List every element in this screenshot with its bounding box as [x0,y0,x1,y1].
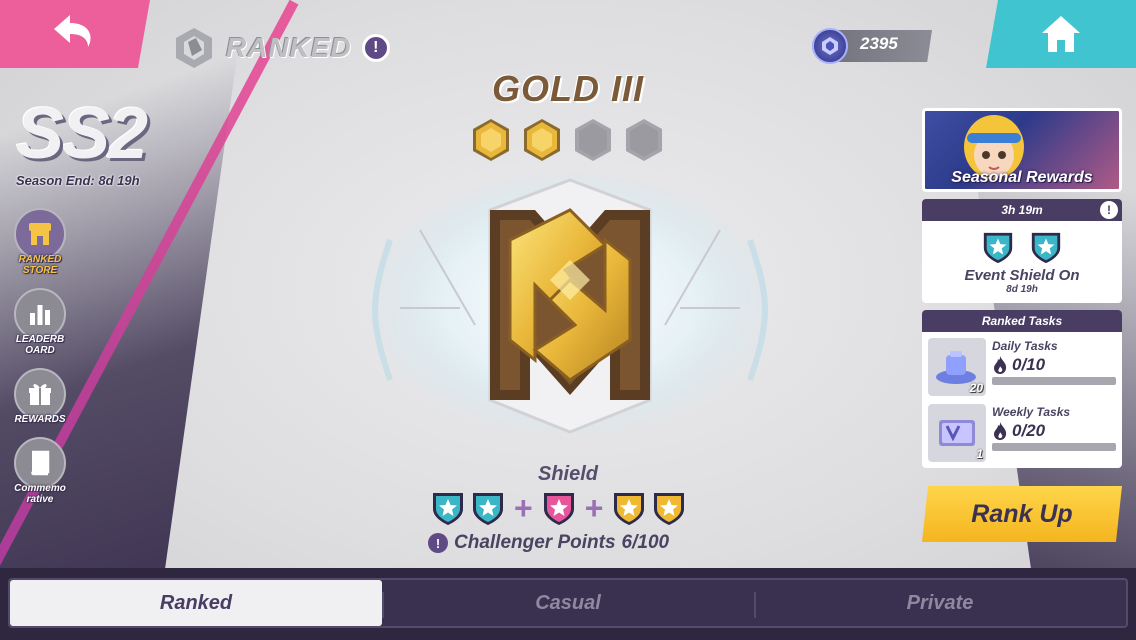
task-reward-thumb: 20 [928,338,986,396]
gift-icon [14,368,66,420]
tab-casual[interactable]: Casual [382,580,754,626]
season-label: SS2 [16,94,148,174]
seasonal-rewards-label: Seasonal Rewards [951,169,1093,186]
side-item-label: RANKED STORE [18,254,62,276]
task-progress-bar [992,443,1116,451]
tab-ranked[interactable]: Ranked [10,580,382,626]
back-arrow-icon [54,15,91,47]
plus-icon: + [584,490,604,526]
event-subtitle: 8d 19h [1006,284,1038,295]
blue-shield-star-icon [983,232,1013,264]
book-icon [14,437,66,489]
mode-title: RANKED [226,32,352,63]
rank-emblem [360,150,780,490]
task-progress: 0/20 [992,421,1116,441]
tasks-header-label: Ranked Tasks [981,314,1063,328]
task-name: Weekly Tasks [992,405,1071,419]
home-button[interactable] [986,0,1136,68]
side-item-label: Commemo rative [14,483,66,505]
pink-shield-star-icon [543,493,574,525]
blue-shield-star-icon [1031,232,1061,264]
tab-private[interactable]: Private [754,580,1126,626]
challenger-label: Challenger Points [454,532,616,553]
side-item-ranked-store[interactable]: RANKED STORE [10,208,70,276]
rank-name: GOLD III [492,68,644,109]
task-progress-bar [992,377,1116,385]
side-item-label: LEADERB OARD [15,334,65,356]
mode-title-row: RANKED ! [172,26,390,70]
xp-card-icon [939,420,975,446]
challenger-points-row: ! Challenger Points 6/100 [428,532,669,554]
leaderboard-icon [14,288,66,340]
event-timer: 3h 19m [1001,203,1043,217]
challenger-value: 6/100 [621,532,670,553]
task-progress-value: 0/10 [1012,355,1046,374]
task-reward-count: 20 [969,381,983,395]
shield-label: Shield [537,463,598,485]
task-name: Daily Tasks [992,339,1058,353]
blue-shield-star-icon [433,493,463,525]
flame-icon [994,356,1007,374]
task-row-daily[interactable]: 20 Daily Tasks 0/10 [922,332,1122,398]
gold-shield-star-icon [614,493,645,525]
side-item-label: REWARDS [14,414,66,425]
seasonal-rewards-card[interactable]: Seasonal Rewards [922,108,1122,192]
gold-shield-star-icon [654,493,685,525]
rank-coin-icon [812,28,848,64]
task-reward-thumb: 1 [928,404,986,462]
task-reward-count: 1 [976,447,983,461]
back-button[interactable] [0,0,150,68]
task-info: Weekly Tasks 0/20 [992,404,1116,464]
event-shield-icons [922,229,1122,265]
side-item-commemorative[interactable]: Commemo rative [10,437,70,505]
challenger-info-icon[interactable]: ! [428,533,448,553]
task-info: Daily Tasks 0/10 [992,338,1116,398]
mode-tabs: Ranked Casual Private [8,578,1128,628]
flame-icon [994,422,1007,440]
home-icon [1042,16,1080,52]
task-row-weekly[interactable]: 1 Weekly Tasks 0/20 [922,398,1122,464]
event-info-icon[interactable]: ! [1100,201,1118,219]
rank-up-button[interactable]: Rank Up [922,486,1122,542]
currency-value: 2395 [860,34,898,53]
side-item-leaderboard[interactable]: LEADERB OARD [10,288,70,356]
mode-info-icon[interactable]: ! [361,34,390,62]
plus-icon: + [514,490,533,526]
task-progress: 0/10 [992,355,1116,375]
side-menu: RANKED STORE LEADERB OARD REWARDS Commem… [12,208,68,517]
season-end-text: Season End: 8d 19h [16,173,140,188]
event-timer-header: 3h 19m ! [922,199,1122,221]
store-icon [14,208,66,260]
tasks-header: Ranked Tasks [922,310,1122,332]
ranked-tasks-card: Ranked Tasks 20 Daily Tasks 0/10 1 Weekl… [922,310,1122,468]
event-shield-card: 3h 19m ! Event Shield On 8d 19h [922,199,1122,303]
task-progress-value: 0/20 [1012,421,1046,440]
event-title: Event Shield On [964,267,1080,284]
ranked-logo-icon [176,28,212,68]
blue-shield-star-icon [473,493,503,525]
side-item-rewards[interactable]: REWARDS [10,368,70,425]
shield-row: + + [430,489,687,527]
